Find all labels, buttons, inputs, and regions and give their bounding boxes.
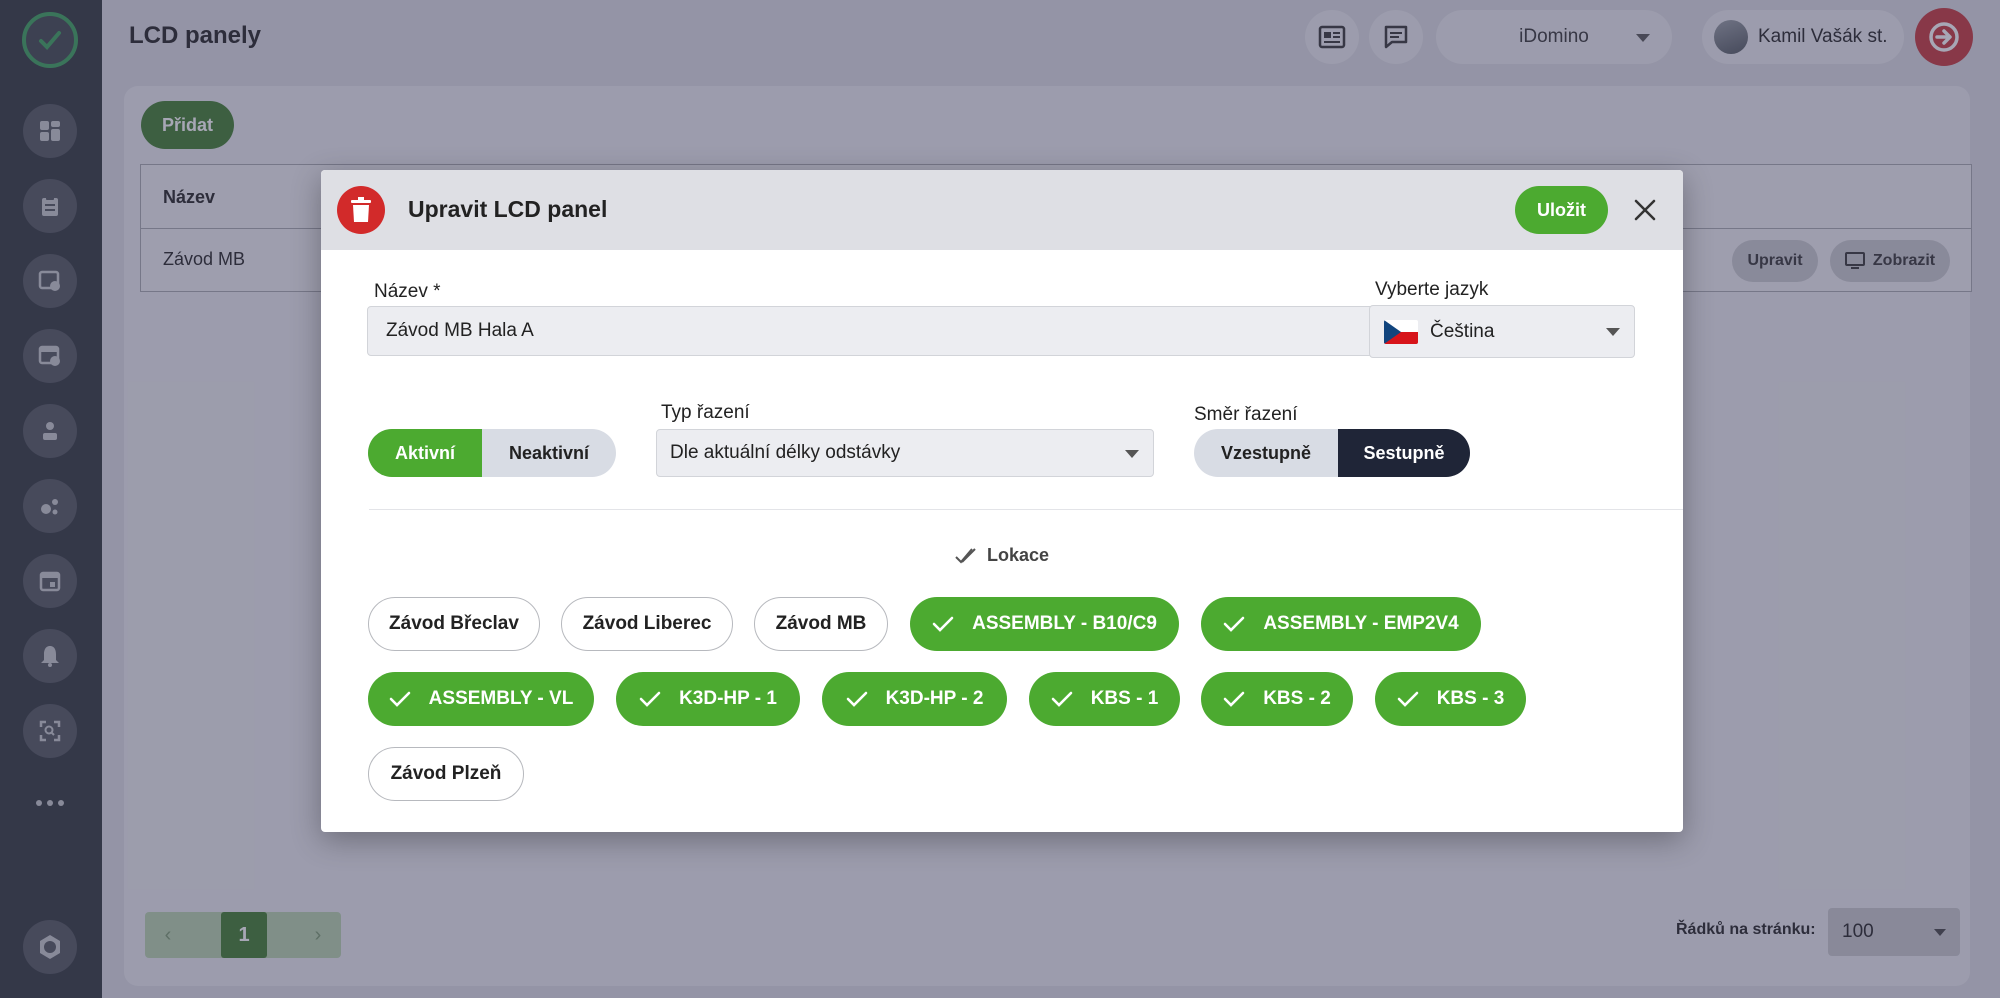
sort-type-label: Typ řazení [661, 402, 750, 423]
divider [369, 509, 1683, 510]
sort-type-select[interactable]: Dle aktuální délky odstávky [656, 429, 1154, 477]
location-chip-label: Závod Liberec [582, 613, 712, 634]
delete-button[interactable] [337, 186, 385, 234]
location-chip-label: KBS - 2 [1263, 688, 1331, 709]
check-icon [1397, 691, 1419, 707]
location-chip[interactable]: ASSEMBLY - B10/C9 [910, 597, 1179, 651]
sort-type-value: Dle aktuální délky odstávky [670, 442, 901, 463]
location-chip[interactable]: KBS - 2 [1201, 672, 1353, 726]
location-chip-label: ASSEMBLY - VL [428, 688, 574, 709]
check-icon [639, 691, 661, 707]
check-icon [1224, 616, 1245, 632]
trash-icon [351, 197, 371, 222]
location-chip[interactable]: K3D-HP - 2 [822, 672, 1007, 726]
check-icon [1051, 691, 1073, 707]
close-button[interactable] [1627, 192, 1663, 228]
check-icon [932, 616, 954, 632]
save-button[interactable]: Uložit [1515, 186, 1608, 234]
chevron-down-icon [1125, 450, 1139, 458]
dialog-title: Upravit LCD panel [408, 196, 608, 222]
sort-direction-label: Směr řazení [1194, 404, 1298, 425]
location-chip-label: Závod Břeclav [389, 613, 519, 634]
check-icon [846, 691, 867, 707]
location-chip-label: ASSEMBLY - EMP2V4 [1263, 613, 1459, 634]
sort-direction-toggle: Vzestupně Sestupně [1194, 429, 1470, 477]
name-input[interactable]: Závod MB Hala A [367, 306, 1396, 356]
sort-asc-option[interactable]: Vzestupně [1194, 429, 1338, 477]
location-chip-label: ASSEMBLY - B10/C9 [972, 613, 1157, 634]
location-chip-label: Závod Plzeň [390, 763, 502, 784]
location-chip[interactable]: Závod Plzeň [368, 747, 524, 801]
location-chip[interactable]: Závod Liberec [561, 597, 733, 651]
name-label: Název * [374, 281, 441, 302]
location-chip[interactable]: K3D-HP - 1 [616, 672, 800, 726]
close-icon [1634, 199, 1656, 221]
locations-toggle-all[interactable]: Lokace [955, 545, 1049, 566]
location-chip-label: K3D-HP - 2 [885, 688, 984, 709]
status-inactive-option[interactable]: Neaktivní [482, 429, 616, 477]
language-value: Čeština [1430, 320, 1495, 342]
language-select[interactable]: Čeština [1369, 305, 1635, 358]
location-chip[interactable]: KBS - 3 [1375, 672, 1526, 726]
location-chip-label: Závod MB [775, 613, 867, 634]
chevron-down-icon [1606, 328, 1620, 336]
czech-flag-icon [1384, 319, 1418, 344]
check-icon [389, 691, 410, 707]
language-label: Vyberte jazyk [1375, 279, 1489, 300]
check-icon [1223, 691, 1245, 707]
location-chip-label: KBS - 1 [1090, 688, 1159, 709]
location-chip[interactable]: Závod MB [754, 597, 888, 651]
location-chip[interactable]: ASSEMBLY - VL [368, 672, 594, 726]
location-chip[interactable]: Závod Břeclav [368, 597, 540, 651]
location-chip[interactable]: KBS - 1 [1029, 672, 1180, 726]
locations-label: Lokace [987, 545, 1050, 565]
double-check-icon [955, 547, 976, 563]
name-input-value: Závod MB Hala A [386, 320, 534, 341]
location-chip[interactable]: ASSEMBLY - EMP2V4 [1201, 597, 1481, 651]
edit-lcd-panel-dialog: Upravit LCD panel Uložit Název * Závod M… [321, 170, 1683, 832]
location-chip-label: KBS - 3 [1436, 688, 1505, 709]
sort-desc-option[interactable]: Sestupně [1338, 429, 1470, 477]
status-active-option[interactable]: Aktivní [368, 429, 482, 477]
status-toggle: Aktivní Neaktivní [368, 429, 616, 477]
location-chip-label: K3D-HP - 1 [679, 688, 777, 709]
